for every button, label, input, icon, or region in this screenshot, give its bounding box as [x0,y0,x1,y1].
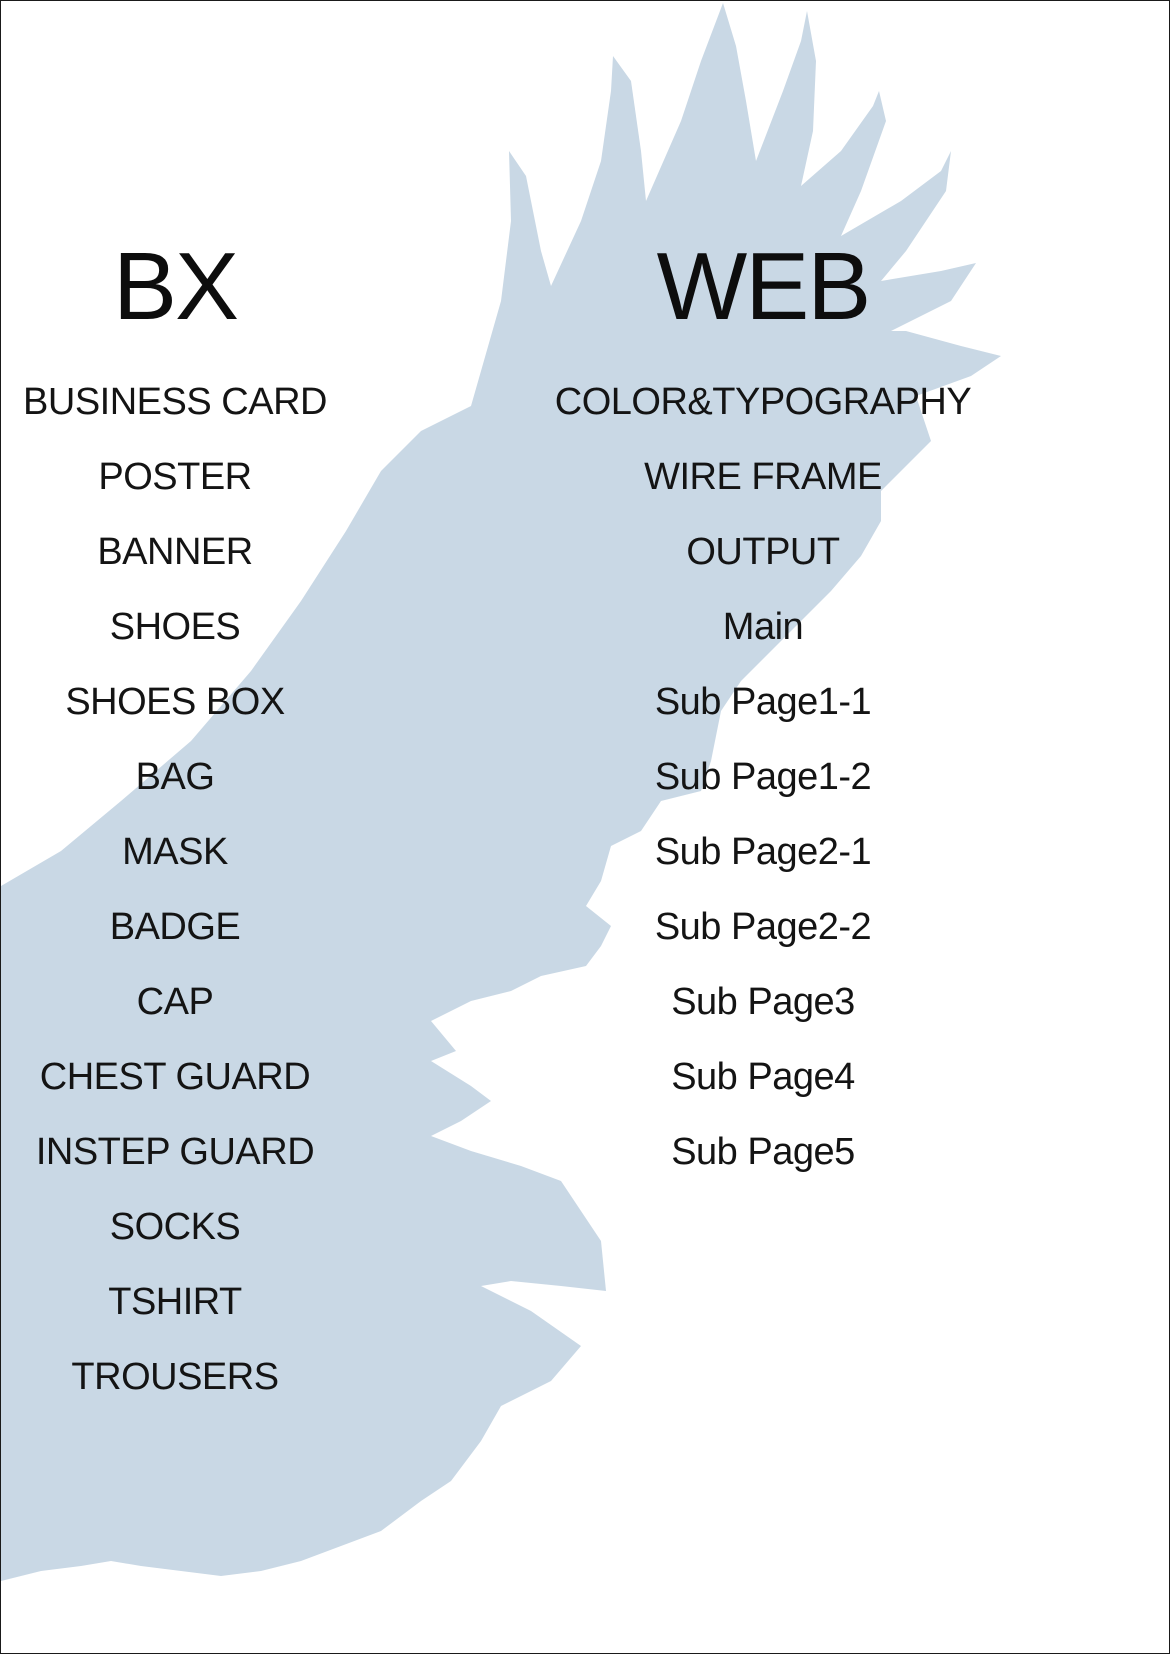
bx-item-shoes[interactable]: SHOES [110,590,241,665]
web-item-sub-page4[interactable]: Sub Page4 [671,1040,855,1115]
bx-item-tshirt[interactable]: TSHIRT [108,1265,242,1340]
bx-item-shoes-box[interactable]: SHOES BOX [65,665,285,740]
web-column: WEB COLOR&TYPOGRAPHY WIRE FRAME OUTPUT M… [548,239,978,1190]
web-item-main[interactable]: Main [723,590,804,665]
bx-item-mask[interactable]: MASK [122,815,228,890]
web-item-sub-page2-2[interactable]: Sub Page2-2 [655,890,872,965]
bx-item-instep-guard[interactable]: INSTEP GUARD [36,1115,315,1190]
web-item-sub-page1-1[interactable]: Sub Page1-1 [655,665,872,740]
web-item-sub-page5[interactable]: Sub Page5 [671,1115,855,1190]
bx-item-poster[interactable]: POSTER [98,440,252,515]
web-menu: COLOR&TYPOGRAPHY WIRE FRAME OUTPUT Main … [555,365,972,1190]
bx-item-cap[interactable]: CAP [137,965,214,1040]
bx-item-business-card[interactable]: BUSINESS CARD [23,365,327,440]
web-item-sub-page1-2[interactable]: Sub Page1-2 [655,740,872,815]
web-item-wire-frame[interactable]: WIRE FRAME [644,440,882,515]
web-title: WEB [656,233,872,340]
bx-item-bag[interactable]: BAG [136,740,215,815]
bx-item-chest-guard[interactable]: CHEST GUARD [40,1040,311,1115]
bx-item-badge[interactable]: BADGE [110,890,241,965]
bx-column: BX BUSINESS CARD POSTER BANNER SHOES SHO… [23,233,327,1415]
bx-item-trousers[interactable]: TROUSERS [71,1340,279,1415]
page-frame: BX BUSINESS CARD POSTER BANNER SHOES SHO… [0,0,1170,1654]
bx-menu: BUSINESS CARD POSTER BANNER SHOES SHOES … [23,365,327,1415]
web-item-sub-page3[interactable]: Sub Page3 [671,965,855,1040]
bx-item-socks[interactable]: SOCKS [110,1190,241,1265]
web-item-sub-page2-1[interactable]: Sub Page2-1 [655,815,872,890]
bx-title: BX [112,233,239,340]
web-item-output[interactable]: OUTPUT [686,515,840,590]
web-item-color-typography[interactable]: COLOR&TYPOGRAPHY [555,365,972,440]
bx-item-banner[interactable]: BANNER [97,515,253,590]
